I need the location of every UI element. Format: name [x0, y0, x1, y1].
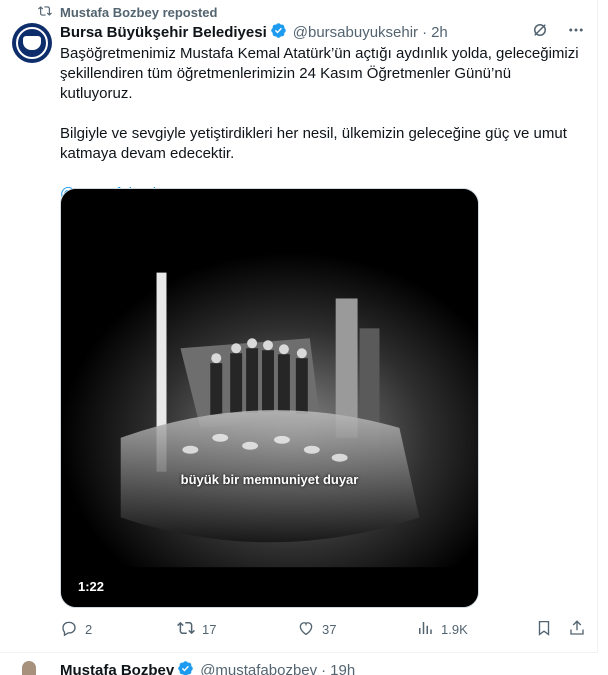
- timestamp[interactable]: 2h: [431, 24, 448, 41]
- repost-count: 17: [202, 621, 217, 637]
- separator: ·: [422, 23, 428, 41]
- video-duration: 1:22: [78, 579, 105, 594]
- views-button[interactable]: 1.9K: [416, 619, 468, 640]
- video-frame: [61, 189, 478, 607]
- repost-button[interactable]: 17: [177, 619, 216, 640]
- repost-icon: [177, 619, 195, 640]
- verified-icon: [267, 22, 287, 43]
- video-caption: büyük bir memnuniyet duyar: [180, 472, 359, 487]
- handle[interactable]: @mustafabozbev: [200, 662, 317, 675]
- action-bar: 2 17 37 1.9K: [60, 618, 585, 640]
- repost-icon: [38, 4, 52, 21]
- tweet-header: Mustafa Bozbev @mustafabozbev · 19h: [60, 660, 355, 675]
- logo-ring: [16, 27, 48, 59]
- reply-button[interactable]: 2: [60, 619, 92, 640]
- display-name[interactable]: Mustafa Bozbev: [60, 662, 174, 675]
- avatar[interactable]: [22, 661, 36, 675]
- reply-icon: [60, 619, 78, 640]
- header-actions: [531, 21, 585, 43]
- handle[interactable]: @bursabuyuksehir: [293, 24, 418, 41]
- timestamp[interactable]: 19h: [330, 662, 355, 675]
- video-player[interactable]: büyük bir memnuniyet duyar 1:22: [60, 188, 479, 608]
- reply-count: 2: [85, 621, 93, 637]
- tweet[interactable]: Mustafa Bozbey reposted Bursa Büyükşehir…: [0, 0, 598, 652]
- share-icon: [568, 619, 586, 640]
- avatar[interactable]: [12, 23, 52, 63]
- bookmark-button[interactable]: [535, 619, 553, 640]
- like-icon: [297, 619, 315, 640]
- next-tweet[interactable]: Mustafa Bozbev @mustafabozbev · 19h: [0, 653, 598, 675]
- tweet-paragraph-2: Bilgiyle ve sevgiyle yetiştirdikleri her…: [60, 125, 567, 162]
- repost-label: Mustafa Bozbey reposted: [60, 4, 218, 20]
- separator: ·: [321, 662, 327, 675]
- grok-icon[interactable]: [531, 21, 549, 43]
- verified-icon: [174, 660, 194, 675]
- more-icon[interactable]: [567, 21, 585, 43]
- views-count: 1.9K: [441, 621, 468, 637]
- views-icon: [416, 619, 434, 640]
- share-button[interactable]: [568, 619, 586, 640]
- display-name[interactable]: Bursa Büyükşehir Belediyesi: [60, 24, 267, 41]
- like-button[interactable]: 37: [297, 619, 336, 640]
- bookmark-icon: [535, 619, 553, 640]
- tweet-text: Başöğretmenimiz Mustafa Kemal Atatürk’ün…: [60, 44, 580, 204]
- tweet-header: Bursa Büyükşehir Belediyesi @bursabuyuks…: [60, 22, 585, 42]
- repost-indicator[interactable]: Mustafa Bozbey reposted: [38, 4, 217, 20]
- like-count: 37: [322, 621, 337, 637]
- tweet-paragraph-1: Başöğretmenimiz Mustafa Kemal Atatürk’ün…: [60, 45, 579, 102]
